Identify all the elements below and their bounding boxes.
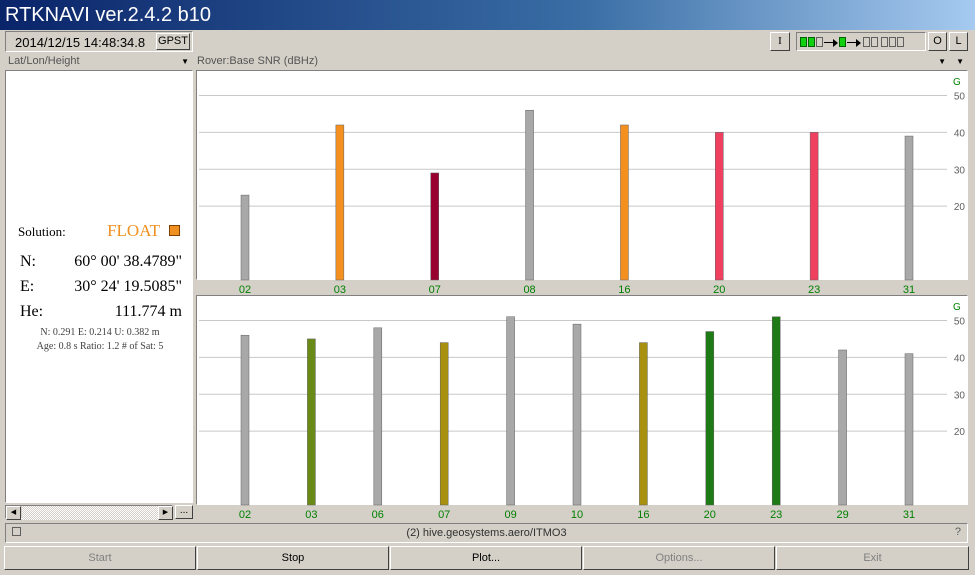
dropdown-arrow-icon: ▼: [938, 57, 946, 66]
stop-button[interactable]: Stop: [197, 546, 389, 570]
y-tick-label: 40: [954, 353, 966, 364]
y-tick-label: 40: [954, 128, 966, 139]
snr-bar-03: [335, 124, 345, 281]
time-system-button[interactable]: GPST: [156, 33, 190, 50]
snr-bar-02: [240, 194, 250, 281]
east-value: 30° 24' 19.5085": [74, 278, 182, 295]
stream-status-text: (2) hive.geosystems.aero/ITMO3: [406, 527, 567, 539]
north-label: N:: [20, 253, 36, 270]
y-tick-label: 20: [954, 202, 966, 213]
height-label: He:: [20, 303, 44, 320]
clock-text: 2014/12/15 14:48:34.8: [15, 35, 146, 50]
satellite-label-02: 02: [239, 509, 251, 521]
rtknavi-window: RTKNAVI ver.2.4.2 b10 2014/12/15 14:48:3…: [0, 0, 975, 575]
satellite-label-07: 07: [438, 509, 450, 521]
plot-button[interactable]: Plot...: [390, 546, 582, 570]
snr-bar-23: [809, 132, 819, 281]
snr-chart-rover: 20 30 40 50 G 02 03 07 08 16 20 23 31: [196, 70, 968, 296]
snr-bar-08: [525, 109, 534, 281]
snr-bar-23: [771, 316, 781, 506]
scroll-left-icon[interactable]: ◀: [6, 506, 21, 520]
snr-bar-09: [506, 316, 515, 506]
start-button[interactable]: Start: [4, 546, 196, 570]
log-button[interactable]: L: [949, 32, 968, 51]
more-button[interactable]: ...: [175, 505, 193, 519]
std-deviation-text: N: 0.291 E: 0.214 U: 0.382 m: [40, 327, 160, 338]
stream-indicator-icon: [816, 37, 823, 47]
north-value: 60° 00' 38.4789": [74, 253, 182, 270]
plot-type-selector[interactable]: Rover:Base SNR (dBHz) ▼ ▼: [196, 54, 968, 69]
y-tick-label: 30: [954, 390, 966, 401]
snr-bar-07: [439, 342, 449, 506]
scroll-right-icon[interactable]: ▶: [158, 506, 173, 520]
output-button[interactable]: O: [928, 32, 947, 51]
y-tick-label: 50: [954, 91, 966, 102]
satellite-label-16: 16: [637, 509, 649, 521]
stream-indicator-icon: [863, 37, 870, 47]
solution-status-indicator: [169, 225, 180, 236]
snr-bar-07: [430, 172, 439, 281]
scroll-track[interactable]: [22, 506, 158, 520]
solution-label: Solution:: [18, 224, 66, 239]
satellite-label-31: 31: [903, 509, 915, 521]
info-button[interactable]: I: [770, 32, 790, 51]
title-bar: RTKNAVI ver.2.4.2 b10: [0, 0, 975, 30]
dropdown-arrow-icon: ▼: [956, 57, 964, 66]
stream-status-indicator[interactable]: [796, 32, 926, 51]
satellite-label-10: 10: [571, 509, 583, 521]
age-ratio-text: Age: 0.8 s Ratio: 1.2 # of Sat: 5: [36, 341, 164, 352]
snr-bar-20: [715, 132, 724, 281]
solution-status: FLOAT: [107, 221, 160, 240]
stream-indicator-icon: [897, 37, 904, 47]
snr-bar-20: [705, 331, 715, 506]
window-title: RTKNAVI ver.2.4.2 b10: [5, 4, 212, 26]
satellite-label-23: 23: [770, 509, 782, 521]
horizontal-scrollbar[interactable]: ◀ ▶: [5, 505, 173, 520]
satellite-label-03: 03: [305, 509, 317, 521]
snr-bar-31: [904, 353, 914, 506]
system-label: G: [953, 77, 961, 88]
arrowhead-icon: [856, 39, 861, 47]
snr-bar-31: [904, 135, 914, 281]
solution-panel: Solution: FLOAT N: 60° 00' 38.4789" E: 3…: [5, 70, 193, 503]
snr-bar-02: [240, 334, 250, 506]
snr-bar-16: [639, 342, 648, 506]
snr-bar-06: [373, 327, 383, 506]
arrowhead-icon: [833, 39, 838, 47]
clock-display: 2014/12/15 14:48:34.8 GPST: [5, 31, 193, 52]
plot-type-value: Rover:Base SNR (dBHz): [197, 55, 319, 67]
snr-chart-base-svg: 20 30 40 50 G 02 03 06 07 09 10 16 20 23 29 31: [199, 302, 966, 521]
dropdown-arrow-icon: ▼: [181, 57, 189, 66]
stream-indicator-icon: [808, 37, 815, 47]
stream-indicator-icon: [889, 37, 896, 47]
stream-indicator-icon: [871, 37, 878, 47]
y-tick-label: 20: [954, 427, 966, 438]
satellite-label-09: 09: [504, 509, 516, 521]
status-bar: (2) hive.geosystems.aero/ITMO3 ?: [5, 523, 968, 543]
snr-bar-03: [307, 338, 316, 506]
help-icon[interactable]: ?: [955, 526, 961, 538]
solution-format-selector[interactable]: Lat/Lon/Height ▼: [5, 54, 193, 69]
satellite-label-06: 06: [372, 509, 384, 521]
stream-indicator-icon: [800, 37, 807, 47]
stream-indicator-icon: [881, 37, 888, 47]
system-label: G: [953, 302, 961, 313]
snr-chart-base: 20 30 40 50 G 02 03 06 07 09 10 16 20 23 29 31: [196, 295, 968, 521]
satellite-label-29: 29: [836, 509, 848, 521]
solution-format-value: Lat/Lon/Height: [8, 55, 80, 67]
snr-bar-10: [572, 323, 582, 506]
y-tick-label: 50: [954, 316, 966, 327]
exit-button[interactable]: Exit: [776, 546, 969, 570]
y-tick-label: 30: [954, 165, 966, 176]
options-button[interactable]: Options...: [583, 546, 775, 570]
east-label: E:: [20, 278, 35, 295]
satellite-label-20: 20: [704, 509, 716, 521]
stream-indicator-icon: [839, 37, 846, 47]
height-value: 111.774 m: [114, 303, 182, 320]
snr-chart-rover-svg: 20304050G02 03 07 08 16 20 23 31: [199, 77, 966, 296]
snr-bar-16: [620, 124, 629, 281]
snr-bar-29: [838, 349, 847, 506]
